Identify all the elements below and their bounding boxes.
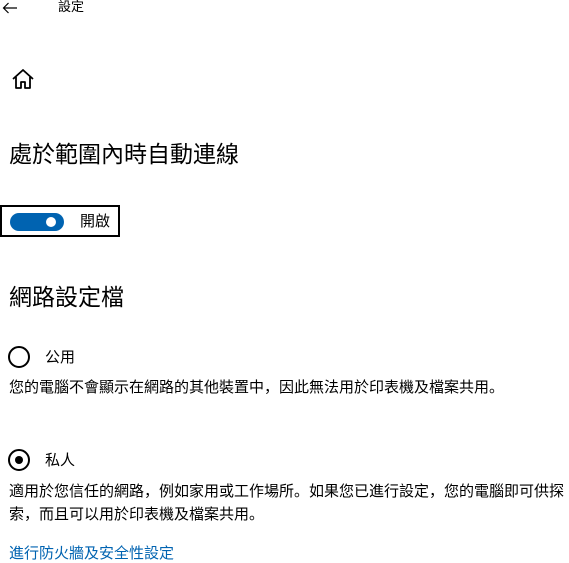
back-button[interactable] (0, 0, 20, 16)
firewall-settings-link[interactable]: 進行防火牆及安全性設定 (9, 543, 174, 563)
auto-connect-heading: 處於範圍內時自動連線 (9, 142, 239, 168)
radio-label-public: 公用 (45, 348, 76, 366)
private-description: 適用於您信任的網路，例如家用或工作場所。如果您已進行設定，您的電腦即可供探索，而… (9, 482, 565, 523)
radio-selected-dot (15, 456, 23, 464)
app-title: 設定 (58, 0, 85, 15)
network-profile-heading: 網路設定檔 (9, 285, 124, 311)
toggle-knob (46, 217, 56, 227)
settings-page: 設定 處於範圍內時自動連線 開啟 網路設定檔 公用 您的電腦不會顯示在網路的其他… (0, 0, 569, 563)
title-bar: 設定 (0, 0, 569, 20)
arrow-left-icon (2, 2, 17, 14)
toggle-state-label: 開啟 (80, 212, 111, 230)
public-description: 您的電腦不會顯示在網路的其他裝置中，因此無法用於印表機及檔案共用。 (9, 378, 505, 396)
home-button[interactable] (10, 66, 36, 92)
radio-circle-private (8, 449, 30, 471)
auto-connect-toggle[interactable]: 開啟 (0, 205, 120, 237)
toggle-track (10, 213, 64, 231)
radio-public[interactable]: 公用 (8, 345, 208, 371)
radio-label-private: 私人 (45, 451, 76, 469)
radio-circle-public (8, 346, 30, 368)
radio-private[interactable]: 私人 (8, 448, 208, 474)
home-icon (12, 69, 34, 89)
